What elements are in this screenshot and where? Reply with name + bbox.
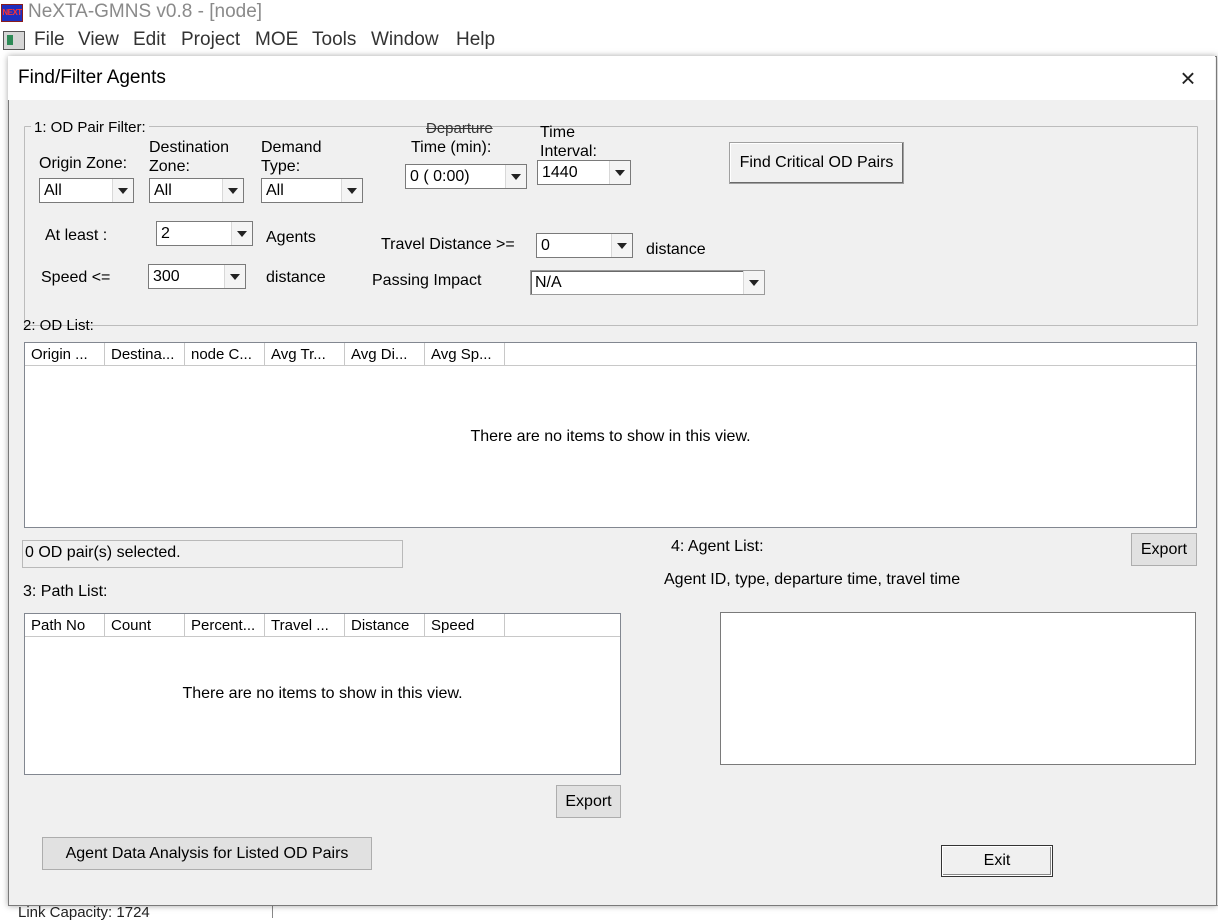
agent-list-subtitle: Agent ID, type, departure time, travel t… (664, 571, 961, 588)
departure-time-label-line2: Time (min): (411, 139, 492, 156)
demand-type-select[interactable]: All (261, 178, 363, 203)
time-interval-label: Time (540, 124, 575, 141)
time-interval-label-line2: Interval: (540, 143, 597, 160)
path-col-distance[interactable]: Distance (345, 614, 425, 636)
od-pair-filter-legend: 1: OD Pair Filter: (31, 119, 149, 137)
travel-distance-unit: distance (646, 241, 706, 258)
menu-tools[interactable]: Tools (312, 28, 356, 52)
od-selected-count-text: 0 OD pair(s) selected. (25, 544, 181, 561)
background-grid (290, 905, 1218, 919)
path-list-empty-message: There are no items to show in this view. (182, 685, 463, 702)
chevron-down-icon[interactable] (112, 179, 133, 202)
at-least-select[interactable]: 2 (156, 221, 253, 246)
menu-help[interactable]: Help (456, 28, 495, 52)
demand-type-value: All (266, 182, 284, 199)
origin-zone-label: Origin Zone: (39, 155, 128, 172)
travel-distance-value: 0 (541, 237, 550, 254)
od-col-destination[interactable]: Destina... (105, 343, 185, 365)
path-col-travel[interactable]: Travel ... (265, 614, 345, 636)
od-col-avg-speed[interactable]: Avg Sp... (425, 343, 505, 365)
path-list-view[interactable]: Path No Count Percent... Travel ... Dist… (24, 613, 621, 775)
demand-type-label: Demand (261, 139, 322, 156)
agent-data-analysis-button[interactable]: Agent Data Analysis for Listed OD Pairs (42, 837, 372, 870)
od-list-label: 2: OD List: (23, 317, 94, 334)
dialog-title: Find/Filter Agents (18, 67, 166, 88)
menu-project[interactable]: Project (181, 28, 240, 52)
path-col-speed[interactable]: Speed (425, 614, 505, 636)
dialog-titlebar (8, 56, 1215, 100)
at-least-value: 2 (161, 225, 170, 242)
od-col-avg-distance[interactable]: Avg Di... (345, 343, 425, 365)
app-logo-icon: NEXT (1, 4, 23, 22)
departure-time-select[interactable]: 0 ( 0:00) (405, 164, 527, 189)
path-col-path-no[interactable]: Path No (25, 614, 105, 636)
speed-label: Speed <= (41, 269, 111, 286)
passing-impact-select[interactable]: N/A (530, 270, 765, 295)
agent-list-label: 4: Agent List: (671, 538, 764, 555)
od-list-header: Origin ... Destina... node C... Avg Tr..… (25, 343, 1196, 366)
exit-button[interactable]: Exit (941, 845, 1053, 877)
time-interval-value: 1440 (542, 164, 578, 181)
chevron-down-icon[interactable] (231, 222, 252, 245)
od-col-origin[interactable]: Origin ... (25, 343, 105, 365)
origin-zone-value: All (44, 182, 62, 199)
speed-unit: distance (266, 269, 326, 286)
chevron-down-icon[interactable] (743, 271, 764, 294)
departure-time-label: Departure (426, 120, 493, 137)
chevron-down-icon[interactable] (224, 265, 245, 288)
origin-zone-select[interactable]: All (39, 178, 134, 203)
path-list-label: 3: Path List: (23, 583, 108, 600)
passing-impact-value: N/A (535, 274, 562, 291)
find-critical-od-pairs-button[interactable]: Find Critical OD Pairs (729, 142, 904, 184)
path-col-count[interactable]: Count (105, 614, 185, 636)
destination-zone-value: All (154, 182, 172, 199)
path-list-header: Path No Count Percent... Travel ... Dist… (25, 614, 620, 637)
chevron-down-icon[interactable] (505, 165, 526, 188)
speed-select[interactable]: 300 (148, 264, 246, 289)
chevron-down-icon[interactable] (341, 179, 362, 202)
chevron-down-icon[interactable] (222, 179, 243, 202)
passing-impact-label: Passing Impact (372, 272, 482, 289)
agents-label: Agents (266, 229, 316, 246)
menu-file[interactable]: File (34, 28, 65, 52)
agent-export-button[interactable]: Export (1131, 533, 1197, 566)
at-least-label: At least : (45, 227, 108, 244)
speed-value: 300 (153, 268, 180, 285)
menu-window[interactable]: Window (371, 28, 439, 52)
od-col-avg-travel[interactable]: Avg Tr... (265, 343, 345, 365)
demand-type-label-line2: Type: (261, 158, 301, 175)
app-title: NeXTA-GMNS v0.8 - [node] (28, 1, 263, 22)
menu-moe[interactable]: MOE (255, 28, 298, 52)
od-selection-status: 0 OD pair(s) selected. (22, 540, 403, 568)
menu-view[interactable]: View (78, 28, 119, 52)
background-status-text: Link Capacity: 1724 (18, 904, 150, 921)
destination-zone-label-line2: Zone: (149, 158, 190, 175)
menu-edit[interactable]: Edit (133, 28, 166, 52)
chevron-down-icon[interactable] (609, 161, 630, 184)
agent-list-textarea[interactable] (720, 612, 1196, 765)
path-col-percent[interactable]: Percent... (185, 614, 265, 636)
chevron-down-icon[interactable] (611, 234, 632, 257)
od-list-view[interactable]: Origin ... Destina... node C... Avg Tr..… (24, 342, 1197, 528)
path-export-button[interactable]: Export (556, 785, 621, 818)
close-icon[interactable]: × (1175, 65, 1201, 92)
departure-time-value: 0 ( 0:00) (410, 168, 470, 185)
od-col-node-count[interactable]: node C... (185, 343, 265, 365)
od-list-separator (138, 325, 1196, 326)
destination-zone-label: Destination (149, 139, 230, 156)
destination-zone-select[interactable]: All (149, 178, 244, 203)
window-system-menu-icon[interactable] (3, 31, 25, 50)
time-interval-select[interactable]: 1440 (537, 160, 631, 185)
travel-distance-select[interactable]: 0 (536, 233, 633, 258)
travel-distance-label: Travel Distance >= (381, 236, 515, 253)
od-list-empty-message: There are no items to show in this view. (470, 428, 751, 445)
